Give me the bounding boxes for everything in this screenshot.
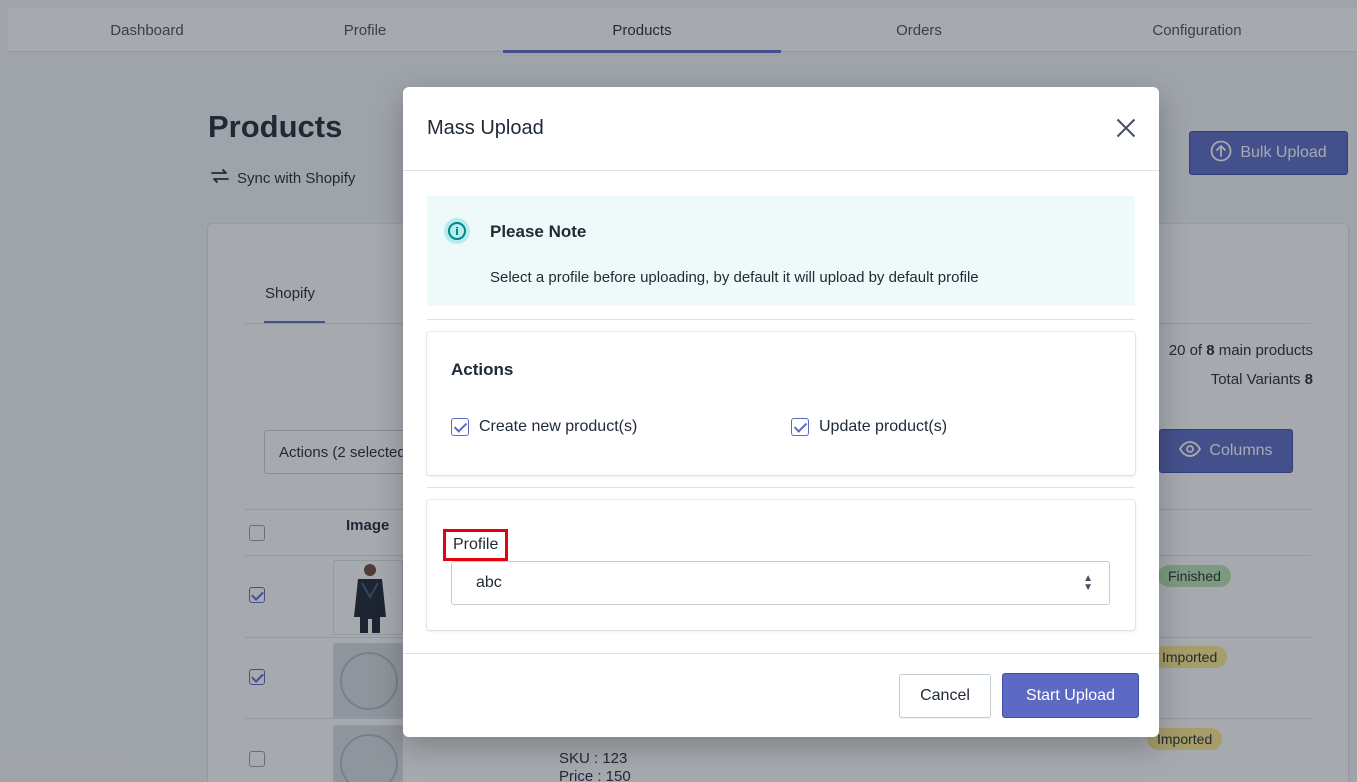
select-arrows-icon: ▲ ▼: [1083, 573, 1093, 593]
checkbox-checked[interactable]: [451, 418, 469, 436]
section-divider: [427, 319, 1135, 320]
close-icon[interactable]: [1111, 113, 1141, 143]
profile-select[interactable]: abc ▲ ▼: [451, 561, 1110, 605]
cancel-button[interactable]: Cancel: [899, 674, 991, 718]
info-banner: i Please Note Select a profile before up…: [427, 196, 1135, 306]
profile-select-value: abc: [476, 574, 502, 591]
start-upload-button[interactable]: Start Upload: [1002, 673, 1139, 718]
info-banner-text: Select a profile before uploading, by de…: [490, 269, 979, 286]
actions-section: Actions Create new product(s) Update pro…: [427, 332, 1135, 475]
modal-title: Mass Upload: [427, 117, 544, 139]
mass-upload-modal: Mass Upload i Please Note Select a profi…: [403, 87, 1159, 737]
create-new-products-label: Create new product(s): [479, 418, 638, 435]
profile-label: Profile: [443, 529, 509, 561]
section-divider: [427, 487, 1135, 488]
modal-header: Mass Upload: [403, 87, 1159, 171]
update-products-checkbox[interactable]: Update product(s): [791, 418, 947, 436]
info-icon: i: [444, 218, 470, 244]
actions-title: Actions: [451, 360, 514, 379]
create-new-products-checkbox[interactable]: Create new product(s): [451, 418, 637, 436]
update-products-label: Update product(s): [819, 418, 948, 435]
modal-footer-divider: [403, 653, 1159, 654]
checkbox-checked[interactable]: [791, 418, 809, 436]
info-banner-title: Please Note: [490, 222, 587, 241]
profile-section: Profile abc ▲ ▼: [427, 500, 1135, 630]
